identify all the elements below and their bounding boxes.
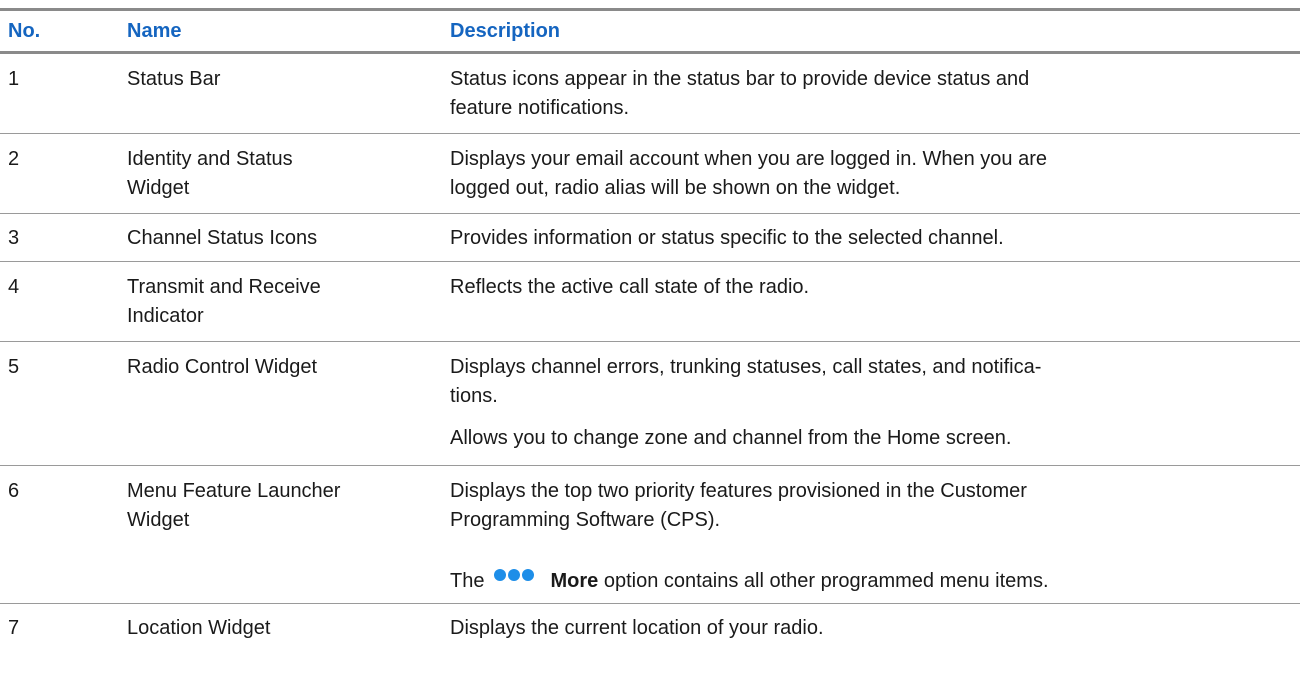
row-description: Reflects the active call state of the ra… <box>450 276 810 298</box>
desc-line: Displays your email account when you are… <box>450 148 1047 170</box>
desc-paragraph: Allows you to change zone and channel fr… <box>450 427 1012 449</box>
row-description: Displays the top two priority features p… <box>450 477 1270 596</box>
table-row: 4 Transmit and Receive Indicator Reflect… <box>0 262 1300 341</box>
table-row: 6 Menu Feature Launcher Widget Displays … <box>0 466 1300 603</box>
desc-line: Displays the top two priority features p… <box>450 480 1027 502</box>
header-no: No. <box>8 20 41 42</box>
name-line: Widget <box>127 509 190 531</box>
more-suffix: option contains all other programmed men… <box>603 570 1049 592</box>
name-line: Widget <box>127 177 190 199</box>
row-description: Displays your email account when you are… <box>450 145 1270 203</box>
name-line: Indicator <box>127 305 204 327</box>
row-no: 1 <box>8 68 20 90</box>
row-name: Transmit and Receive Indicator <box>127 273 427 331</box>
desc-line: logged out, radio alias will be shown on… <box>450 177 901 199</box>
more-label: More <box>550 570 599 592</box>
table-row: 3 Channel Status Icons Provides informat… <box>0 214 1300 261</box>
row-description: Status icons appear in the status bar to… <box>450 65 1270 123</box>
row-name: Radio Control Widget <box>127 356 318 378</box>
row-name: Status Bar <box>127 68 221 90</box>
name-line: Identity and Status <box>127 148 293 170</box>
header-name: Name <box>127 20 182 42</box>
desc-line: Status icons appear in the status bar to… <box>450 68 1030 90</box>
row-description: Displays channel errors, trunking status… <box>450 353 1270 453</box>
row-name: Identity and Status Widget <box>127 145 427 203</box>
desc-line: Displays channel errors, trunking status… <box>450 356 1042 378</box>
row-no: 4 <box>8 276 20 298</box>
desc-line: tions. <box>450 385 498 407</box>
header-description: Description <box>450 20 561 42</box>
row-no: 3 <box>8 227 20 249</box>
row-name: Channel Status Icons <box>127 227 318 249</box>
row-no: 7 <box>8 617 20 639</box>
row-description: Provides information or status specific … <box>450 227 1004 249</box>
row-no: 2 <box>8 148 20 170</box>
desc-line: feature notifications. <box>450 97 629 119</box>
row-description: Displays the current location of your ra… <box>450 617 824 639</box>
more-dots-icon <box>494 561 536 590</box>
name-line: Menu Feature Launcher <box>127 480 341 502</box>
more-prefix: The <box>450 570 485 592</box>
row-no: 5 <box>8 356 20 378</box>
desc-line: Programming Software (CPS). <box>450 509 721 531</box>
row-no: 6 <box>8 480 20 502</box>
feature-table: No. Name Description 1 Status Bar Status… <box>0 8 1300 650</box>
table-header-row: No. Name Description <box>0 11 1300 51</box>
name-line: Transmit and Receive <box>127 276 321 298</box>
table-row: 5 Radio Control Widget Displays channel … <box>0 342 1300 465</box>
table-row: 2 Identity and Status Widget Displays yo… <box>0 134 1300 213</box>
table-row: 1 Status Bar Status icons appear in the … <box>0 54 1300 133</box>
more-line: The More option contains all other progra… <box>450 561 1270 596</box>
row-name: Location Widget <box>127 617 271 639</box>
row-name: Menu Feature Launcher Widget <box>127 477 427 535</box>
table-row: 7 Location Widget Displays the current l… <box>0 604 1300 650</box>
